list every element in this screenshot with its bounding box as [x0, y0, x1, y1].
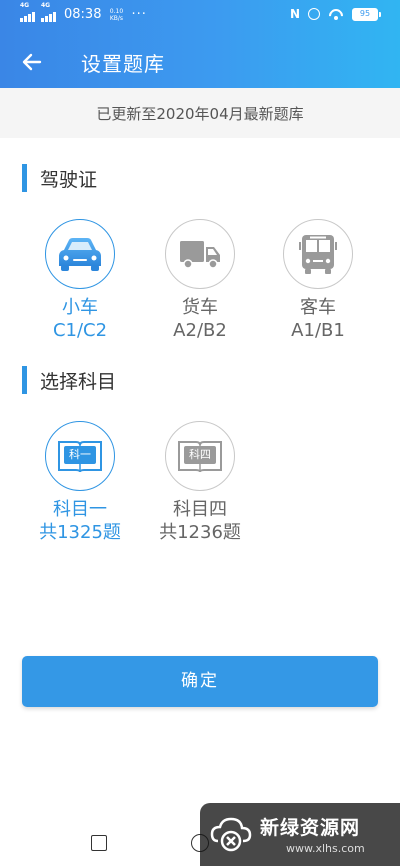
subject-option-count: 共1236题 [159, 522, 241, 543]
recent-apps-button[interactable] [91, 835, 107, 851]
license-option-name: 货车 [182, 297, 218, 318]
section-accent-bar [22, 366, 27, 394]
watermark-url: www.xlhs.com [286, 842, 365, 855]
status-bar: 4G 4G 08:38 0.10 KB/s ··· N 95 [0, 0, 400, 30]
network-speed: 0.10 KB/s [107, 8, 125, 22]
car-icon-circle [45, 219, 115, 289]
subject-option-4[interactable]: 科四 科目四 共1236题 [140, 421, 260, 544]
network-speed-value: 0.10 [109, 7, 124, 15]
subject-option-name: 科目一 [53, 499, 107, 520]
license-option-truck[interactable]: 货车 A2/B2 [140, 219, 260, 342]
watermark-text: 新绿资源网 [260, 817, 361, 839]
watermark: 新绿资源网 www.xlhs.com [200, 803, 400, 866]
book-icon-circle: 科四 [165, 421, 235, 491]
update-notice: 已更新至2020年04月最新题库 [0, 88, 400, 138]
section-accent-bar [22, 164, 27, 192]
alarm-icon [308, 8, 320, 20]
more-notifications-icon: ··· [131, 7, 147, 22]
confirm-button[interactable]: 确定 [22, 656, 378, 707]
car-icon [59, 238, 101, 271]
top-bar: 4G 4G 08:38 0.10 KB/s ··· N 95 设置题库 [0, 0, 400, 88]
watermark-logo-icon [210, 817, 252, 852]
subject-section-header: 选择科目 [22, 366, 116, 394]
book-label: 科四 [184, 446, 216, 464]
back-arrow-icon[interactable] [20, 50, 44, 74]
signal-icon: 4G [20, 2, 35, 22]
signal-icon-2: 4G [41, 2, 56, 22]
page-title: 设置题库 [81, 52, 165, 76]
license-section-title: 驾驶证 [40, 168, 98, 191]
truck-icon [180, 241, 220, 269]
bus-icon [299, 235, 337, 274]
network-type-1: 4G [20, 1, 30, 9]
battery-icon: 95 [352, 7, 381, 21]
truck-icon-circle [165, 219, 235, 289]
subject-option-1[interactable]: 科一 科目一 共1325题 [20, 421, 140, 544]
subject-option-count: 共1325题 [39, 522, 121, 543]
wifi-icon [328, 8, 344, 20]
license-section-header: 驾驶证 [22, 164, 97, 192]
bus-icon-circle [283, 219, 353, 289]
license-option-code: A1/B1 [291, 320, 345, 341]
clock: 08:38 [64, 7, 102, 22]
subject-option-name: 科目四 [173, 499, 227, 520]
nfc-icon: N [289, 7, 300, 21]
book-icon: 科一 [56, 436, 104, 476]
license-option-name: 小车 [62, 297, 98, 318]
license-option-code: C1/C2 [52, 320, 108, 341]
subject-section-title: 选择科目 [40, 370, 117, 393]
license-option-car[interactable]: 小车 C1/C2 [20, 219, 140, 342]
network-speed-unit: KB/s [109, 14, 124, 22]
book-icon: 科四 [176, 436, 224, 476]
license-option-name: 客车 [300, 297, 336, 318]
license-option-code: A2/B2 [173, 320, 227, 341]
app-header: 设置题库 [0, 36, 400, 88]
network-type-2: 4G [41, 1, 51, 9]
book-label: 科一 [64, 446, 96, 464]
license-option-bus[interactable]: 客车 A1/B1 [258, 219, 378, 342]
book-icon-circle: 科一 [45, 421, 115, 491]
